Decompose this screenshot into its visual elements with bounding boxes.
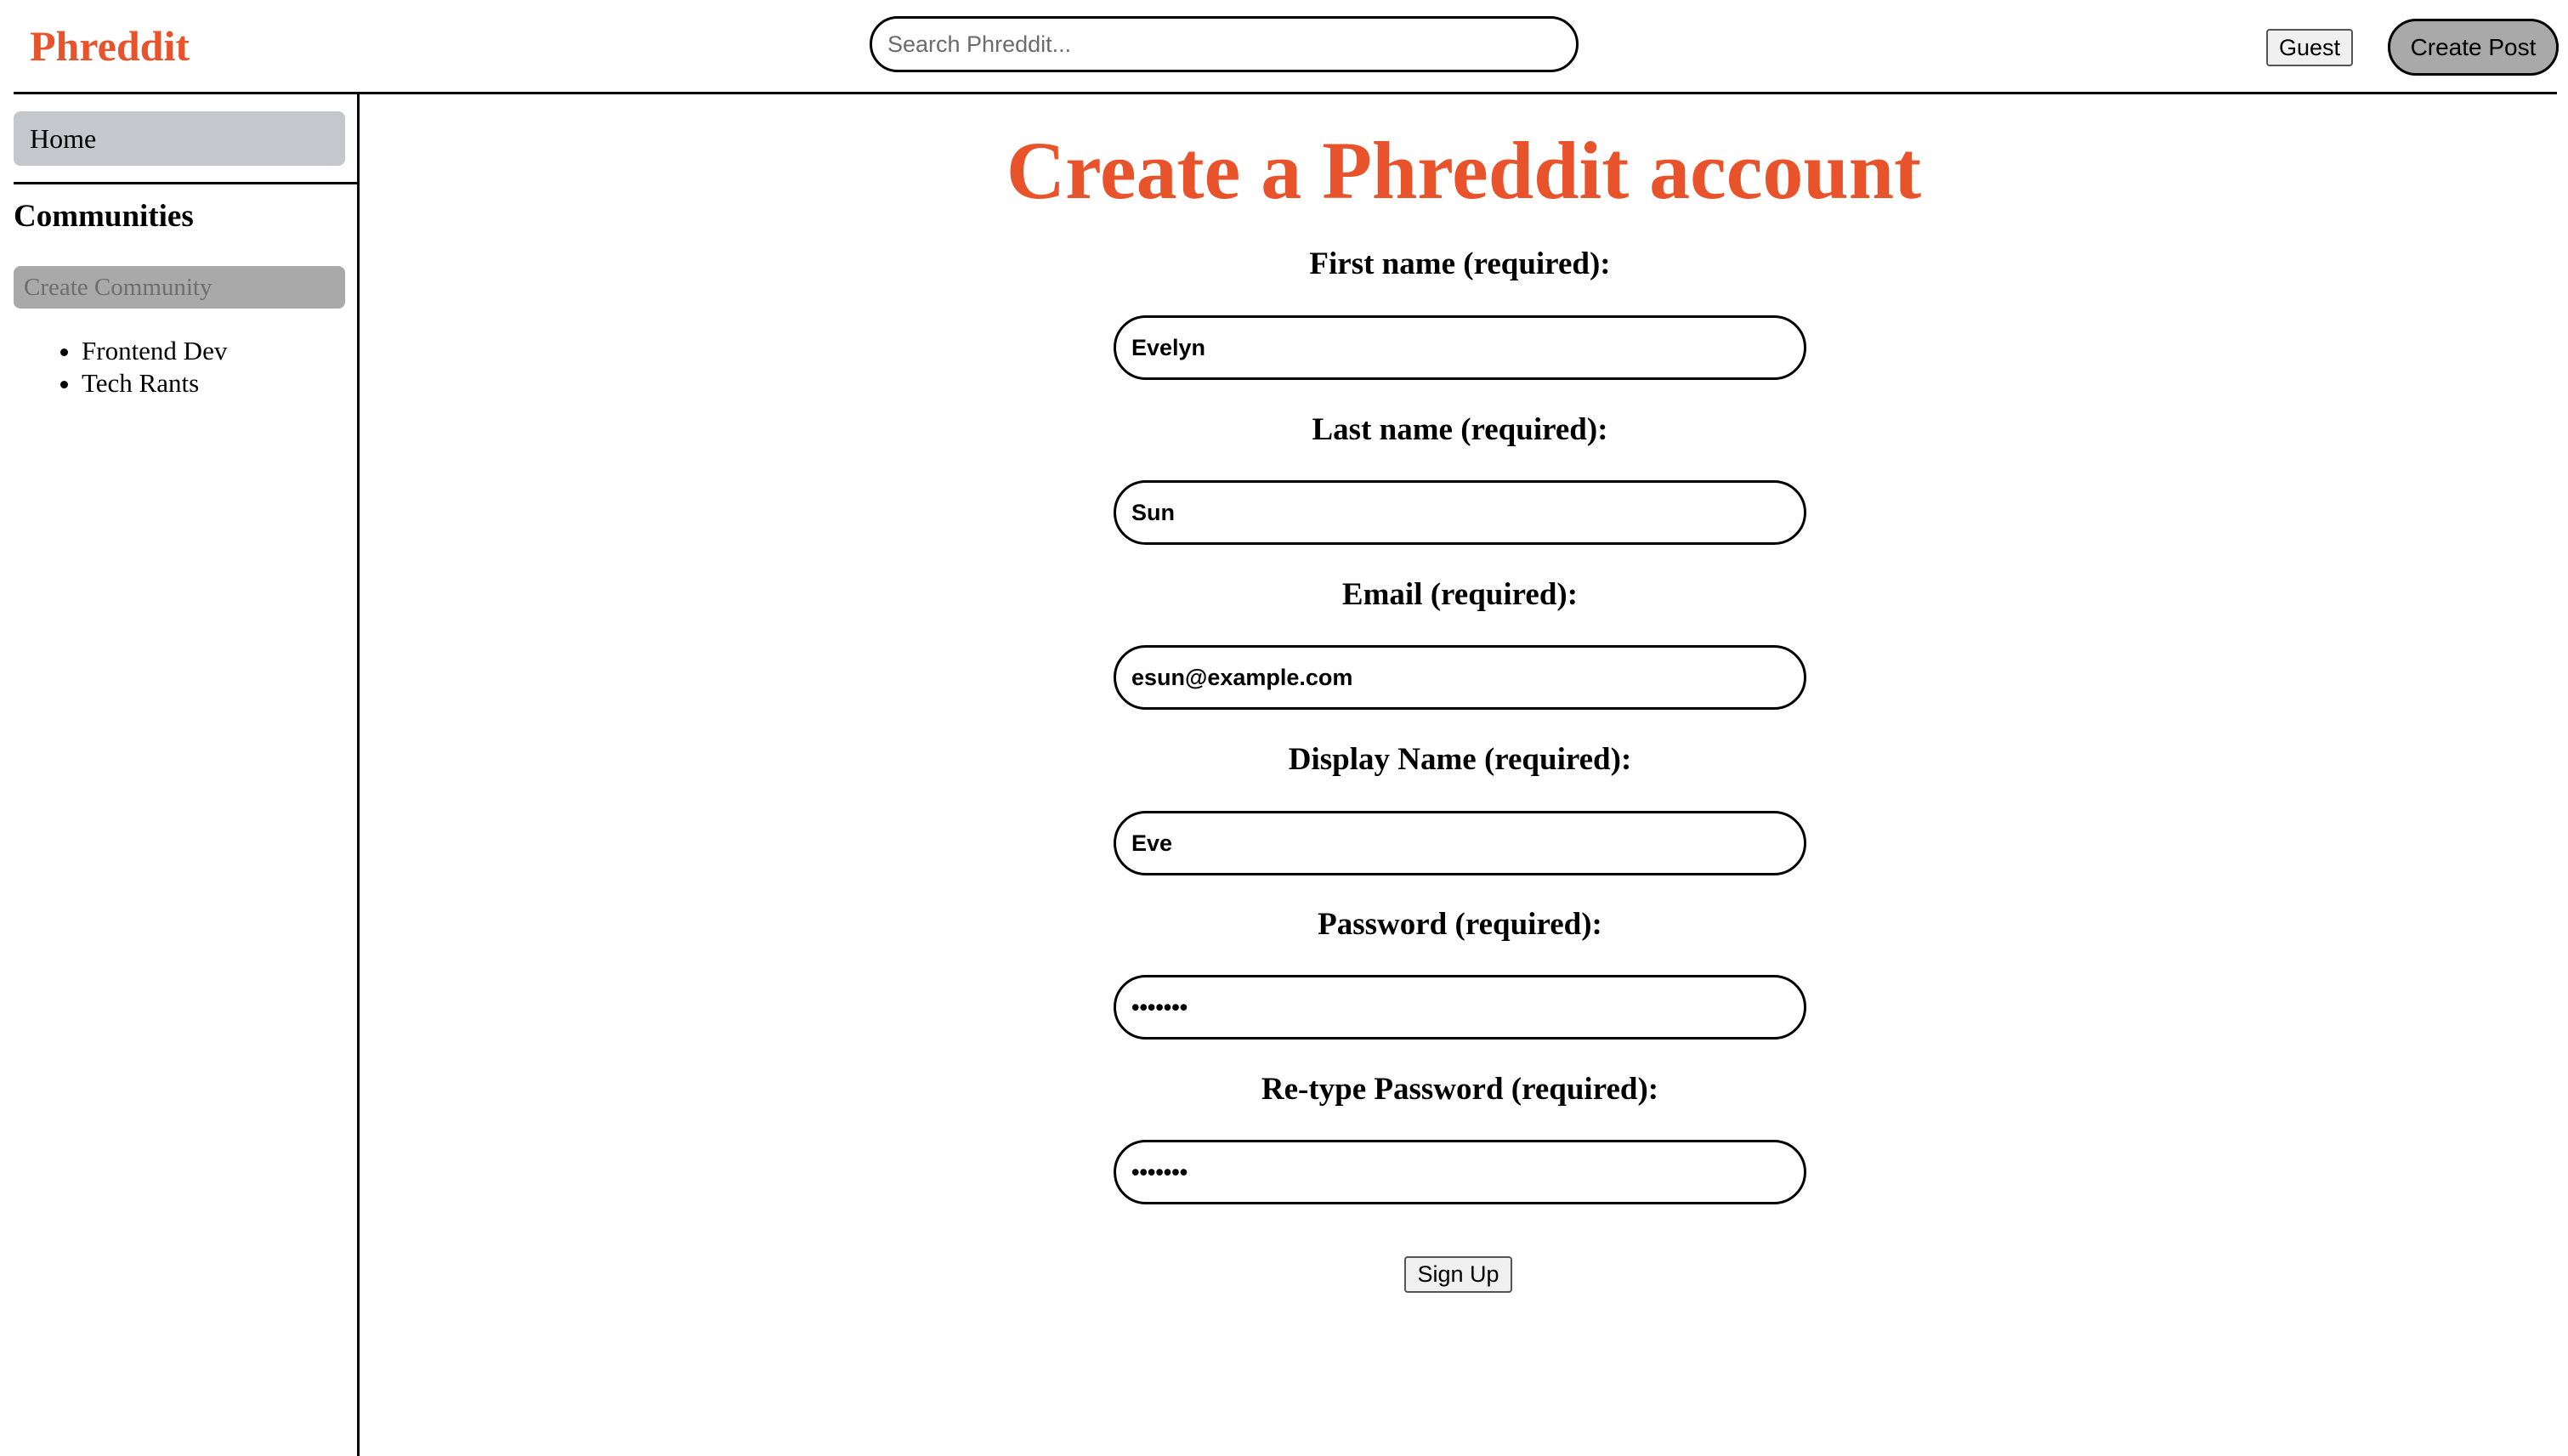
first-name-input[interactable]: [1114, 315, 1806, 380]
header: Phreddit Guest Create Post: [0, 0, 2568, 94]
email-label: Email (required):: [1341, 577, 1579, 612]
display-name-label: Display Name (required):: [1288, 742, 1632, 777]
communities-heading: Communities: [14, 199, 194, 234]
first-name-label: First name (required):: [1309, 246, 1611, 281]
sidebar-divider-vertical: [357, 93, 360, 1456]
email-input[interactable]: [1114, 645, 1806, 710]
last-name-label: Last name (required):: [1312, 412, 1608, 447]
logo[interactable]: Phreddit: [30, 17, 190, 75]
search-input[interactable]: [870, 16, 1579, 72]
guest-button[interactable]: Guest: [2266, 29, 2353, 66]
community-link-frontend-dev[interactable]: Frontend Dev: [82, 335, 227, 367]
sidebar-item-home[interactable]: Home: [14, 111, 345, 166]
display-name-input[interactable]: [1114, 811, 1806, 875]
community-link-tech-rants[interactable]: Tech Rants: [82, 367, 227, 399]
page-title: Create a Phreddit account: [1006, 125, 1922, 216]
password-input[interactable]: [1114, 975, 1806, 1040]
header-divider: [14, 92, 2557, 94]
sidebar-divider: [14, 182, 360, 184]
create-community-button[interactable]: Create Community: [14, 266, 345, 309]
last-name-input[interactable]: [1114, 480, 1806, 545]
retype-password-input[interactable]: [1114, 1140, 1806, 1204]
create-post-button[interactable]: Create Post: [2388, 19, 2559, 76]
sign-up-button[interactable]: Sign Up: [1404, 1256, 1512, 1293]
retype-password-label: Re-type Password (required):: [1261, 1072, 1659, 1107]
community-list: Frontend Dev Tech Rants: [14, 335, 227, 399]
password-label: Password (required):: [1318, 907, 1602, 942]
